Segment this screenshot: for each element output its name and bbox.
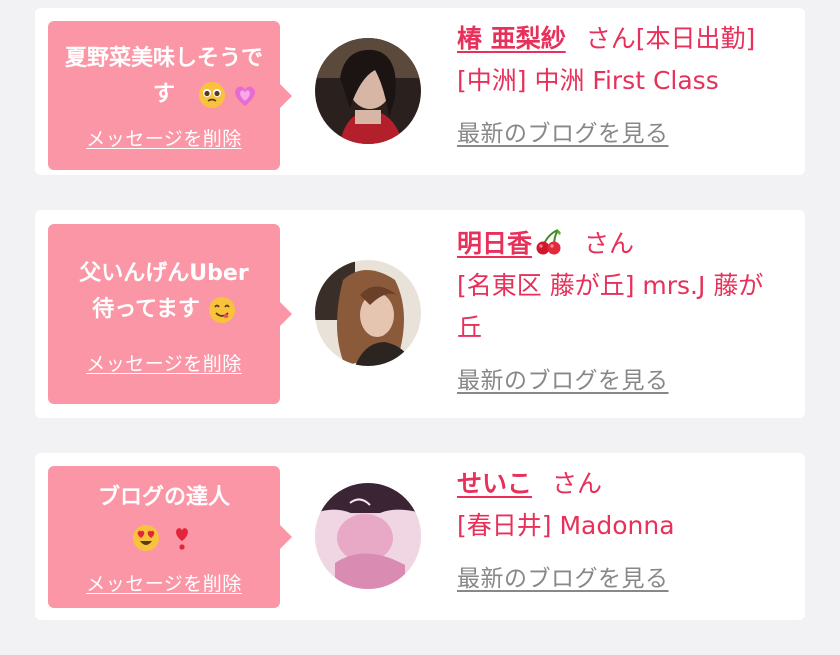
message-bubble: 父いんげんUber 待ってます メッセージを削除: [48, 224, 292, 404]
cast-info: 明日香 さん [名東区 藤が丘] mrs.J 藤が丘 最新のブログを見る: [457, 226, 797, 395]
message-bubble: 夏野菜美味しそうです メッセージを削除: [48, 21, 292, 170]
delete-message-link[interactable]: メッセージを削除: [86, 124, 242, 151]
message-card: 父いんげんUber 待ってます メッセージを削除 明日香 さん [名東区 藤が丘…: [35, 210, 805, 418]
message-text: 父いんげんUber 待ってます: [79, 261, 249, 323]
message-bubble: ブログの達人 メッセージを削除: [48, 466, 292, 608]
honorific: さん: [585, 24, 636, 53]
smiling-face-savoring-food-icon: [208, 297, 235, 323]
emoji-group: [198, 81, 259, 109]
avatar[interactable]: [315, 483, 421, 589]
latest-blog-link[interactable]: 最新のブログを見る: [457, 361, 669, 395]
avatar[interactable]: [315, 38, 421, 144]
cherries-icon: [536, 229, 561, 255]
cast-info: 椿 亜梨紗 さん[本日出勤] [中洲] 中洲 First Class 最新のブログ…: [457, 24, 797, 148]
cast-info: せいこ さん [春日井] Madonna 最新のブログを見る: [457, 469, 797, 593]
latest-blog-link[interactable]: 最新のブログを見る: [457, 114, 669, 148]
message-card: ブログの達人 メッセージを削除 せいこ さん [春日井] Madonna 最新の…: [35, 453, 805, 620]
cast-name-link[interactable]: せいこ: [457, 469, 532, 498]
exclamation-heart-icon: [175, 528, 188, 550]
latest-blog-link[interactable]: 最新のブログを見る: [457, 559, 669, 593]
pleading-face-icon: [199, 82, 225, 108]
cast-name-link[interactable]: 明日香: [457, 229, 532, 258]
honorific: さん: [552, 469, 603, 498]
shop-info: [名東区 藤が丘] mrs.J 藤が丘: [457, 271, 764, 342]
growing-heart-icon: [235, 86, 256, 106]
message-text: ブログの達人: [48, 480, 280, 556]
delete-message-link[interactable]: メッセージを削除: [86, 349, 242, 376]
status-tag: [本日出勤]: [635, 24, 756, 53]
delete-message-link[interactable]: メッセージを削除: [86, 569, 242, 596]
cast-name-link[interactable]: 椿 亜梨紗: [457, 24, 566, 53]
shop-info: [中洲] 中洲 First Class: [457, 66, 719, 95]
heart-eyes-icon: [133, 525, 160, 551]
avatar[interactable]: [315, 260, 421, 366]
shop-info: [春日井] Madonna: [457, 511, 675, 540]
honorific: さん: [584, 229, 635, 258]
message-card: 夏野菜美味しそうです メッセージを削除 椿 亜梨紗 さん[本日出勤] [中洲] …: [35, 8, 805, 175]
